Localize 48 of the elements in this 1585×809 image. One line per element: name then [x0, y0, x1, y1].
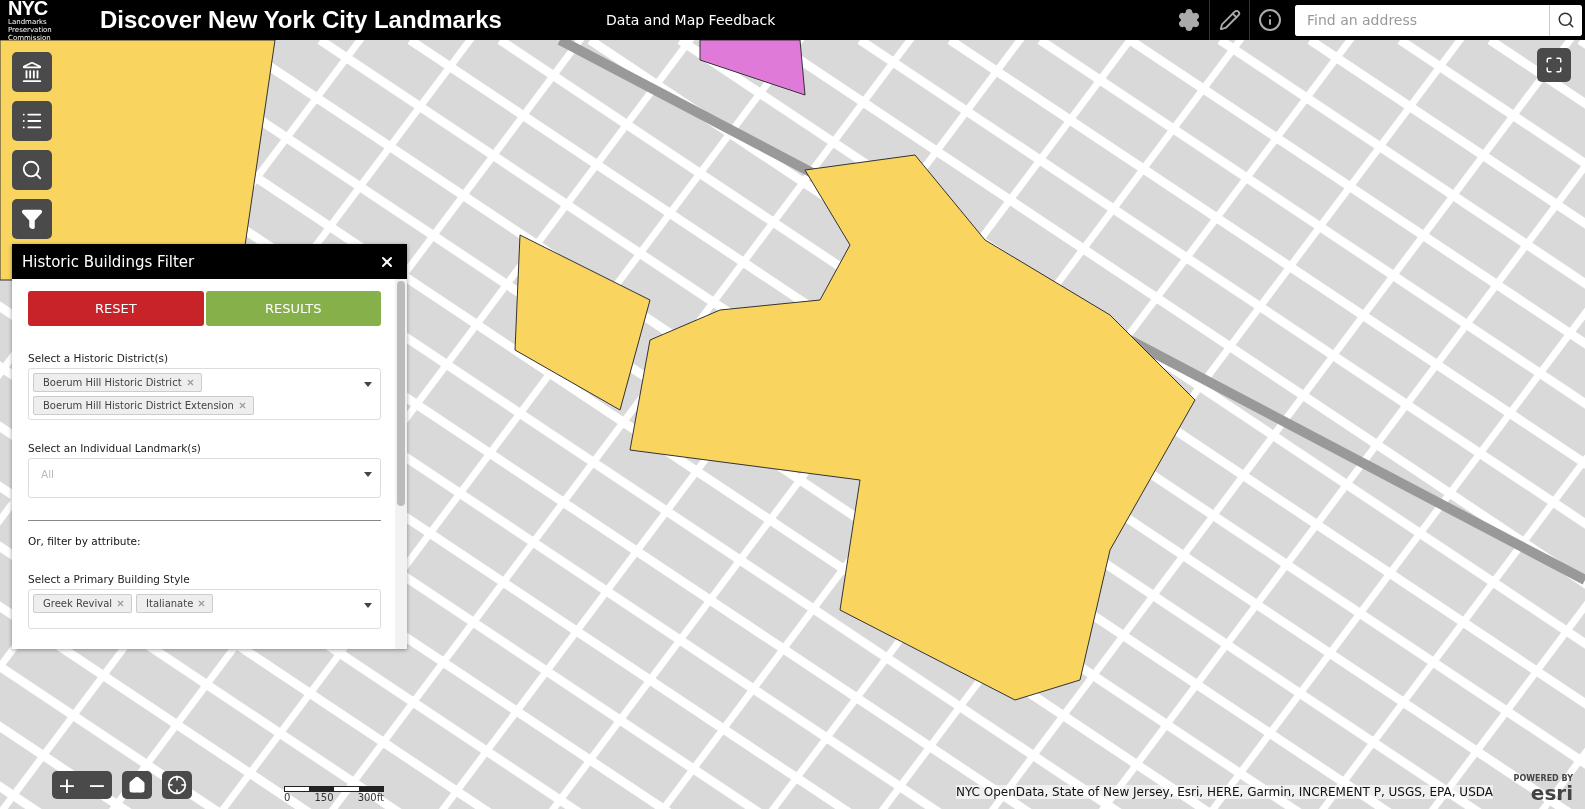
zoom-in-button[interactable]: + [52, 771, 82, 799]
reset-button[interactable]: RESET [28, 291, 204, 326]
pencil-icon [1218, 9, 1241, 31]
fullscreen-icon [1545, 56, 1563, 74]
scrollbar-thumb[interactable] [397, 281, 405, 506]
info-icon [1257, 8, 1282, 32]
landmark-button[interactable] [12, 52, 52, 92]
selected-tag[interactable]: Boerum Hill Historic District Extension [33, 396, 254, 415]
multi-select-field[interactable]: Boerum Hill Historic District Boerum Hill Historic District Extension [28, 368, 381, 420]
filter-icon [21, 208, 43, 230]
dropdown-caret-icon [364, 382, 372, 387]
field-label: Select a Historic District(s) [28, 352, 170, 364]
selected-tag[interactable]: Boerum Hill Historic District [33, 373, 202, 392]
dropdown-caret-icon [364, 603, 372, 608]
selected-tag[interactable]: Greek Revival [33, 594, 133, 613]
locate-button[interactable] [162, 771, 192, 799]
search-icon [1557, 11, 1575, 29]
app-title: Discover New York City Landmarks [100, 6, 502, 34]
section-heading: Or, filter by attribute: [28, 535, 142, 547]
search-icon [21, 159, 43, 181]
address-search-field[interactable]: Find an address [1295, 4, 1582, 36]
logo-wordmark: esri [1530, 783, 1573, 803]
logo-caption: POWERED BY [1513, 774, 1573, 783]
scale-label: 0 [284, 792, 291, 803]
selected-tag[interactable]: Italianate [136, 594, 214, 613]
multi-select-field[interactable]: Greek Revival Italianate [28, 589, 381, 629]
home-button[interactable] [122, 771, 152, 799]
scale-bar-icon [284, 786, 384, 792]
select-placeholder: All [40, 467, 56, 482]
panel-title: Historic Buildings Filter [22, 252, 195, 271]
field-label: Select a Primary Building Style [28, 573, 191, 585]
home-icon [128, 776, 146, 794]
fullscreen-button[interactable] [1537, 48, 1571, 82]
field-label: Select an Individual Landmark(s) [28, 442, 202, 454]
search-button[interactable] [12, 150, 52, 190]
search-button[interactable] [1549, 4, 1582, 36]
crosshair-icon [167, 775, 187, 795]
columned-building-icon [21, 61, 43, 83]
list-button[interactable] [12, 101, 52, 141]
zoom-out-button[interactable]: − [82, 771, 112, 799]
dropdown-caret-icon [364, 472, 372, 477]
logo-wordmark: NYC [8, 0, 49, 18]
map-attribution: NYC OpenData, State of New Jersey, Esri, HERE, Garmin, INCREMENT P, USGS, EPA, USDA [955, 785, 1493, 799]
feedback-link[interactable]: Data and Map Feedback [605, 12, 776, 28]
scale-label: 150 [314, 792, 334, 803]
scale-label: 300ft [357, 792, 384, 803]
gear-icon [1177, 8, 1201, 32]
filter-button[interactable] [12, 199, 52, 239]
